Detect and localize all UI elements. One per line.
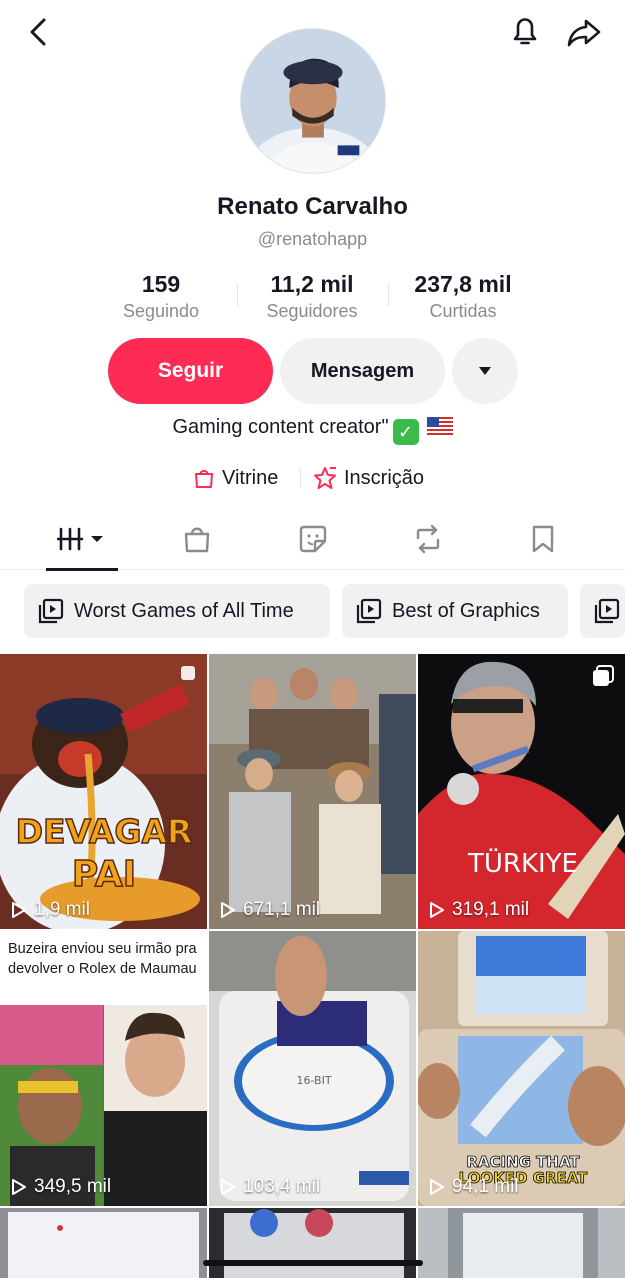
tab-shop[interactable] <box>157 508 237 570</box>
playlist-row: Worst Games of All Time Best of Graphics <box>0 584 625 638</box>
stat-followers[interactable]: 11,2 mil Seguidores <box>237 270 387 324</box>
stat-followers-value: 11,2 mil <box>270 271 354 297</box>
video-thumbnail[interactable]: Buzeira enviou seu irmão pra devolver o … <box>0 931 207 1206</box>
view-count-value: 671,1 mil <box>243 899 321 920</box>
caret-down-icon <box>479 367 491 375</box>
stat-likes-value: 237,8 mil <box>414 271 512 297</box>
playlist-icon <box>594 598 620 624</box>
playlist-icon <box>38 598 64 624</box>
view-count-value: 349,5 mil <box>34 1176 112 1197</box>
vitrine-label: Vitrine <box>222 466 279 489</box>
bookmark-icon <box>532 525 554 553</box>
follow-button[interactable]: Seguir <box>108 338 273 404</box>
stat-following[interactable]: 159 Seguindo <box>86 270 236 324</box>
view-count: 671,1 mil <box>217 899 320 921</box>
bag-icon <box>184 527 210 553</box>
us-flag-icon <box>426 417 453 435</box>
video-thumbnail[interactable]: TÜRKIYE 319,1 mil <box>418 654 625 929</box>
bell-icon[interactable] <box>506 12 544 50</box>
video-thumbnail[interactable]: 671,1 mil <box>209 654 416 929</box>
video-overlay-text: 16-BIT <box>296 1074 332 1087</box>
message-button[interactable]: Mensagem <box>280 338 445 404</box>
star-badge-icon <box>314 467 336 489</box>
multi-image-icon <box>593 665 614 686</box>
video-thumbnail[interactable]: 16-BIT 103,4 mil <box>209 931 416 1206</box>
bio: Gaming content creator" ✓ <box>0 416 625 445</box>
view-count: 94,1 mil <box>426 1176 519 1198</box>
video-thumbnail[interactable]: DEVAGAR PAI 1,9 mil <box>0 654 207 929</box>
stat-followers-label: Seguidores <box>266 301 358 321</box>
play-icon <box>221 1179 235 1195</box>
stat-following-label: Seguindo <box>122 301 200 321</box>
playlist-chip[interactable] <box>580 584 625 638</box>
playlist-icon <box>356 598 382 624</box>
sticker-icon <box>299 525 327 553</box>
tab-videos[interactable] <box>42 508 122 571</box>
stat-following-value: 159 <box>141 271 181 297</box>
home-indicator[interactable] <box>203 1260 423 1266</box>
playlist-label: Worst Games of All Time <box>74 599 294 622</box>
view-count-value: 103,4 mil <box>243 1176 321 1197</box>
tab-reposts[interactable] <box>388 508 468 570</box>
shopping-bag-icon <box>195 470 213 488</box>
vitrine-link[interactable]: Vitrine <box>192 462 278 494</box>
grid-bars-icon <box>57 527 103 551</box>
playlist-label: Best of Graphics <box>392 599 540 622</box>
multi-image-icon <box>181 666 195 680</box>
view-count: 319,1 mil <box>426 899 529 921</box>
profile-stats: 159 Seguindo 11,2 mil Seguidores 237,8 m… <box>0 270 625 326</box>
chevron-left-icon[interactable] <box>22 14 58 50</box>
play-icon <box>430 1179 444 1195</box>
tab-stickers[interactable] <box>273 508 353 570</box>
bio-text: Gaming content creator" <box>172 416 389 438</box>
view-count-value: 1,9 mil <box>34 899 90 920</box>
video-overlay-text: TÜRKIYE <box>467 849 578 879</box>
view-count: 103,4 mil <box>217 1176 320 1198</box>
content-tabs <box>0 508 625 571</box>
subscription-label: Inscrição <box>344 466 425 489</box>
profile-name: Renato Carvalho <box>217 193 408 220</box>
video-thumbnail[interactable] <box>418 1208 625 1278</box>
play-icon <box>430 902 444 918</box>
repost-icon <box>416 524 440 554</box>
stat-likes[interactable]: 237,8 mil Curtidas <box>388 270 538 324</box>
playlist-chip[interactable]: Best of Graphics <box>342 584 568 638</box>
play-icon <box>12 902 26 918</box>
video-overlay-title: DEVAGAR <box>15 811 193 852</box>
view-count: 1,9 mil <box>8 899 90 921</box>
video-thumbnail[interactable] <box>209 1208 416 1278</box>
tab-favorites[interactable] <box>503 508 583 570</box>
avatar[interactable] <box>240 28 386 174</box>
stat-likes-label: Curtidas <box>429 301 497 321</box>
view-count-value: 319,1 mil <box>452 899 530 920</box>
share-arrow-icon[interactable] <box>564 12 604 52</box>
playlist-chip[interactable]: Worst Games of All Time <box>24 584 330 638</box>
divider <box>300 469 301 487</box>
view-count: 349,5 mil <box>8 1176 111 1198</box>
check-mark-icon: ✓ <box>392 419 419 445</box>
play-icon <box>221 902 235 918</box>
profile-handle: @renatohapp <box>257 229 368 249</box>
view-count-value: 94,1 mil <box>452 1176 519 1197</box>
video-thumbnail[interactable] <box>0 1208 207 1278</box>
video-caption: Buzeira enviou seu irmão pra devolver o … <box>0 931 207 1005</box>
more-options-button[interactable] <box>452 338 518 404</box>
profile-links: Vitrine Inscrição <box>0 462 625 494</box>
subscription-link[interactable]: Inscrição <box>312 462 424 494</box>
video-grid: DEVAGAR PAI 1,9 mil 671,1 mil TÜRKIYE 31… <box>0 654 625 1278</box>
video-thumbnail[interactable]: RACING THAT LOOKED GREAT 94,1 mil <box>418 931 625 1206</box>
play-icon <box>12 1179 26 1195</box>
video-overlay-subtitle: PAI <box>71 853 137 896</box>
